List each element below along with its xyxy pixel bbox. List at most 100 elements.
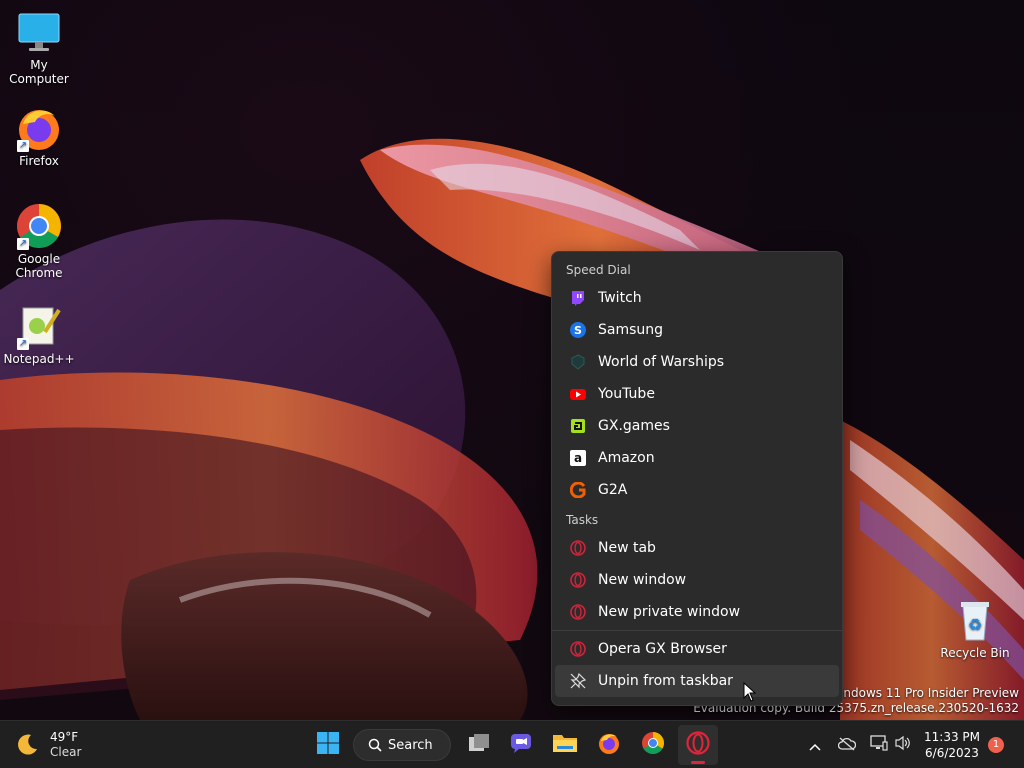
jumplist-item-new-window[interactable]: New window — [555, 564, 839, 596]
jumplist-item-label: New window — [598, 572, 687, 588]
jumplist-item-amazon[interactable]: a Amazon — [555, 442, 839, 474]
jumplist-item-youtube[interactable]: YouTube — [555, 378, 839, 410]
onedrive-tray-button[interactable] — [836, 725, 858, 765]
desktop-icon-my-computer[interactable]: My Computer — [0, 8, 78, 86]
jumplist-item-label: Twitch — [598, 290, 642, 306]
desktop-icon-label: Recycle Bin — [940, 646, 1010, 660]
jumplist-item-g2a[interactable]: G2A — [555, 474, 839, 506]
chat-button[interactable] — [502, 725, 540, 765]
chrome-icon — [641, 731, 665, 759]
watermark-edition: Windows 11 Pro Insider Preview — [828, 686, 1019, 700]
chrome-icon: ↗ — [15, 202, 63, 250]
desktop-icon-label: My Computer — [9, 58, 69, 86]
svg-text:S: S — [574, 324, 582, 337]
twitch-icon — [569, 289, 587, 307]
opera-icon — [569, 539, 587, 557]
firefox-icon — [597, 731, 621, 759]
speaker-icon — [894, 735, 912, 755]
wallpaper — [0, 138, 1024, 720]
desktop-icon-google-chrome[interactable]: ↗ Google Chrome — [0, 202, 78, 280]
active-app-indicator — [691, 761, 705, 764]
taskbar-jump-list: Speed Dial Twitch S Samsung World of War… — [551, 251, 843, 706]
monitor-icon — [15, 8, 63, 56]
desktop-icon-firefox[interactable]: ↗ Firefox — [0, 104, 78, 168]
jumplist-separator — [552, 630, 842, 631]
jumplist-item-label: YouTube — [598, 386, 655, 402]
svg-text:a: a — [574, 451, 582, 465]
weather-condition: Clear — [50, 745, 82, 759]
jumplist-item-label: Opera GX Browser — [598, 641, 727, 657]
desktop-icon-label: Firefox — [19, 154, 59, 168]
start-icon — [316, 731, 340, 759]
jumplist-item-new-private-window[interactable]: New private window — [555, 596, 839, 628]
desktop-icon-recycle-bin[interactable]: ♻ Recycle Bin — [936, 596, 1014, 660]
file-explorer-button[interactable] — [546, 725, 584, 765]
task-view-button[interactable] — [460, 725, 498, 765]
opera-icon — [569, 640, 587, 658]
jumplist-item-gx-games[interactable]: GX.games — [555, 410, 839, 442]
jumplist-item-unpin-from-taskbar[interactable]: Unpin from taskbar — [555, 665, 839, 697]
mouse-cursor-icon — [743, 682, 757, 702]
volume-tray-button[interactable] — [892, 725, 914, 765]
recycle-bin-icon: ♻ — [951, 596, 999, 644]
search-label: Search — [388, 737, 433, 753]
clock-button[interactable]: 11:33 PM 6/6/2023 — [920, 729, 984, 761]
jumplist-item-world-of-warships[interactable]: World of Warships — [555, 346, 839, 378]
jumplist-item-label: Samsung — [598, 322, 664, 338]
speed-dial-header: Speed Dial — [566, 263, 631, 277]
weather-widget[interactable]: 49°F Clear — [14, 729, 104, 761]
world-of-warships-icon — [569, 353, 587, 371]
jumplist-item-label: G2A — [598, 482, 628, 498]
chevron-up-icon — [809, 736, 821, 755]
jumplist-item-label: World of Warships — [598, 354, 725, 370]
desktop-icon-label: Notepad++ — [3, 352, 75, 366]
gx-games-icon — [569, 417, 587, 435]
jumplist-item-twitch[interactable]: Twitch — [555, 282, 839, 314]
firefox-icon: ↗ — [15, 104, 63, 152]
chat-icon — [509, 731, 533, 759]
chrome-taskbar-button[interactable] — [634, 725, 672, 765]
jumplist-item-new-tab[interactable]: New tab — [555, 532, 839, 564]
network-icon — [870, 735, 888, 755]
network-tray-button[interactable] — [868, 725, 890, 765]
youtube-icon — [569, 385, 587, 403]
g2a-icon — [569, 481, 587, 499]
tasks-header: Tasks — [566, 513, 599, 527]
moon-icon — [14, 732, 40, 758]
start-button[interactable] — [309, 725, 347, 765]
desktop: My Computer ↗ Firefox ↗ Google Chrome ↗ … — [0, 0, 1024, 720]
jumplist-item-label: New private window — [598, 604, 741, 620]
opera-icon — [569, 603, 587, 621]
clock-date: 6/6/2023 — [925, 746, 979, 760]
show-hidden-icons-button[interactable] — [804, 725, 826, 765]
taskbar: 49°F Clear Search 11:33 PM 6/6/2023 1 — [0, 720, 1024, 768]
weather-text: 49°F Clear — [50, 730, 81, 760]
jumplist-item-label: New tab — [598, 540, 656, 556]
jumplist-item-label: GX.games — [598, 418, 670, 434]
samsung-icon: S — [569, 321, 587, 339]
notification-count: 1 — [992, 739, 1000, 750]
notification-badge[interactable]: 1 — [988, 737, 1004, 753]
taskbar-search-button[interactable]: Search — [353, 729, 451, 761]
firefox-taskbar-button[interactable] — [590, 725, 628, 765]
shortcut-arrow-icon: ↗ — [17, 238, 29, 250]
unpin-icon — [569, 672, 587, 690]
jumplist-item-samsung[interactable]: S Samsung — [555, 314, 839, 346]
task-view-icon — [467, 731, 491, 759]
file-explorer-icon — [552, 731, 578, 759]
desktop-icon-label: Google Chrome — [15, 252, 63, 280]
shortcut-arrow-icon: ↗ — [17, 338, 29, 350]
jumplist-item-label: Unpin from taskbar — [598, 673, 733, 689]
opera-gx-icon — [686, 731, 710, 759]
svg-text:♻: ♻ — [968, 615, 982, 634]
desktop-icon-notepadpp[interactable]: ↗ Notepad++ — [0, 302, 78, 366]
opera-icon — [569, 571, 587, 589]
cloud-off-icon — [837, 736, 857, 755]
jumplist-item-label: Amazon — [598, 450, 655, 466]
notepadpp-icon: ↗ — [15, 302, 63, 350]
opera-gx-taskbar-button[interactable] — [678, 725, 718, 765]
weather-temp: 49°F — [50, 730, 79, 744]
amazon-icon: a — [569, 449, 587, 467]
jumplist-item-opera-gx-browser[interactable]: Opera GX Browser — [555, 633, 839, 665]
search-icon — [368, 738, 382, 752]
